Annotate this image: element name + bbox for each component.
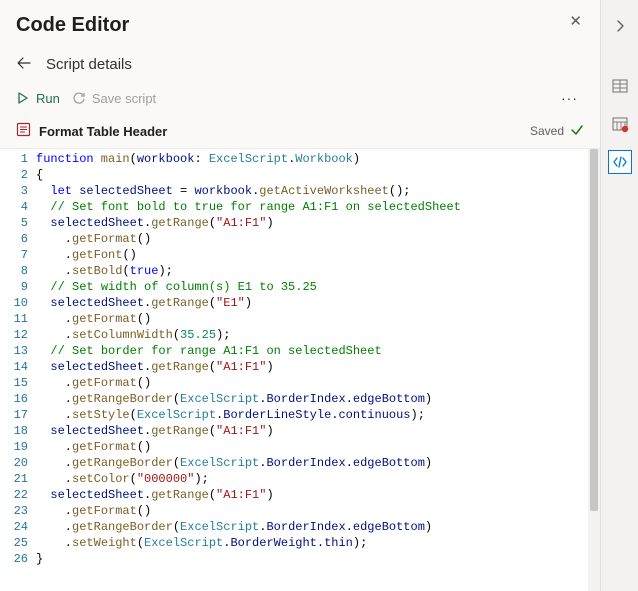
code-line[interactable]: function main(workbook: ExcelScript.Work… [36,151,600,167]
line-number: 20 [0,455,28,471]
line-number: 21 [0,471,28,487]
line-number: 13 [0,343,28,359]
line-number: 8 [0,263,28,279]
code-tag-icon [611,153,629,171]
right-rail [600,0,638,591]
code-line[interactable]: selectedSheet.getRange("A1:F1") [36,423,600,439]
code-line[interactable]: } [36,551,600,567]
header: Code Editor ✕ [0,0,600,49]
line-number-gutter: 1234567891011121314151617181920212223242… [0,149,36,591]
toolbar: Run Save script ··· [0,86,600,116]
line-number: 26 [0,551,28,567]
page-title: Code Editor [16,14,584,37]
code-line[interactable]: { [36,167,600,183]
code-line[interactable]: .getFormat() [36,311,600,327]
code-content[interactable]: function main(workbook: ExcelScript.Work… [36,149,600,591]
subheader-title: Script details [46,56,132,73]
line-number: 16 [0,391,28,407]
play-icon [16,91,30,105]
line-number: 12 [0,327,28,343]
code-line[interactable]: .getFormat() [36,439,600,455]
code-line[interactable]: .getFormat() [36,503,600,519]
code-line[interactable]: .getFormat() [36,375,600,391]
line-number: 6 [0,231,28,247]
rail-action-record[interactable] [608,112,632,136]
code-editor-panel: Code Editor ✕ Script details Run Save sc… [0,0,600,591]
scrollbar-thumb[interactable] [590,149,598,511]
expand-pane-button[interactable] [608,14,632,38]
run-label: Run [36,91,60,106]
line-number: 24 [0,519,28,535]
line-number: 5 [0,215,28,231]
vertical-scrollbar[interactable] [588,149,600,591]
line-number: 25 [0,535,28,551]
line-number: 11 [0,311,28,327]
code-line[interactable]: .setWeight(ExcelScript.BorderWeight.thin… [36,535,600,551]
rail-action-code[interactable] [608,150,632,174]
code-line[interactable]: // Set width of column(s) E1 to 35.25 [36,279,600,295]
subheader: Script details [0,49,600,86]
line-number: 1 [0,151,28,167]
line-number: 4 [0,199,28,215]
script-name: Format Table Header [39,124,167,139]
script-info-row: Format Table Header Saved [0,116,600,148]
code-line[interactable]: .setColumnWidth(35.25); [36,327,600,343]
line-number: 15 [0,375,28,391]
record-icon [611,115,629,133]
saved-status: Saved [530,123,584,140]
save-refresh-icon [72,91,86,105]
code-line[interactable]: .setBold(true); [36,263,600,279]
more-actions-button[interactable]: ··· [555,90,584,106]
save-script-button[interactable]: Save script [72,91,156,106]
saved-label: Saved [530,124,564,138]
code-line[interactable]: .getRangeBorder(ExcelScript.BorderIndex.… [36,455,600,471]
code-line[interactable]: // Set border for range A1:F1 on selecte… [36,343,600,359]
line-number: 7 [0,247,28,263]
code-line[interactable]: .getFont() [36,247,600,263]
line-number: 22 [0,487,28,503]
run-button[interactable]: Run [16,91,60,106]
code-line[interactable]: selectedSheet.getRange("A1:F1") [36,487,600,503]
table-icon [611,77,629,95]
code-line[interactable]: .getRangeBorder(ExcelScript.BorderIndex.… [36,519,600,535]
code-line[interactable]: .setStyle(ExcelScript.BorderLineStyle.co… [36,407,600,423]
code-line[interactable]: .getRangeBorder(ExcelScript.BorderIndex.… [36,391,600,407]
back-arrow-icon [16,55,32,71]
rail-action-1[interactable] [608,74,632,98]
line-number: 23 [0,503,28,519]
line-number: 14 [0,359,28,375]
script-icon [16,122,31,140]
code-editor[interactable]: 1234567891011121314151617181920212223242… [0,148,600,591]
line-number: 9 [0,279,28,295]
code-line[interactable]: selectedSheet.getRange("A1:F1") [36,359,600,375]
line-number: 17 [0,407,28,423]
code-line[interactable]: // Set font bold to true for range A1:F1… [36,199,600,215]
chevron-right-icon [613,19,627,33]
line-number: 19 [0,439,28,455]
code-line[interactable]: selectedSheet.getRange("A1:F1") [36,215,600,231]
back-button[interactable] [16,55,32,74]
line-number: 3 [0,183,28,199]
line-number: 10 [0,295,28,311]
close-icon: ✕ [569,13,582,30]
close-button[interactable]: ✕ [565,8,586,34]
line-number: 18 [0,423,28,439]
code-line[interactable]: let selectedSheet = workbook.getActiveWo… [36,183,600,199]
line-number: 2 [0,167,28,183]
code-line[interactable]: .setColor("000000"); [36,471,600,487]
code-line[interactable]: selectedSheet.getRange("E1") [36,295,600,311]
save-label: Save script [92,91,156,106]
check-icon [570,123,584,140]
code-line[interactable]: .getFormat() [36,231,600,247]
